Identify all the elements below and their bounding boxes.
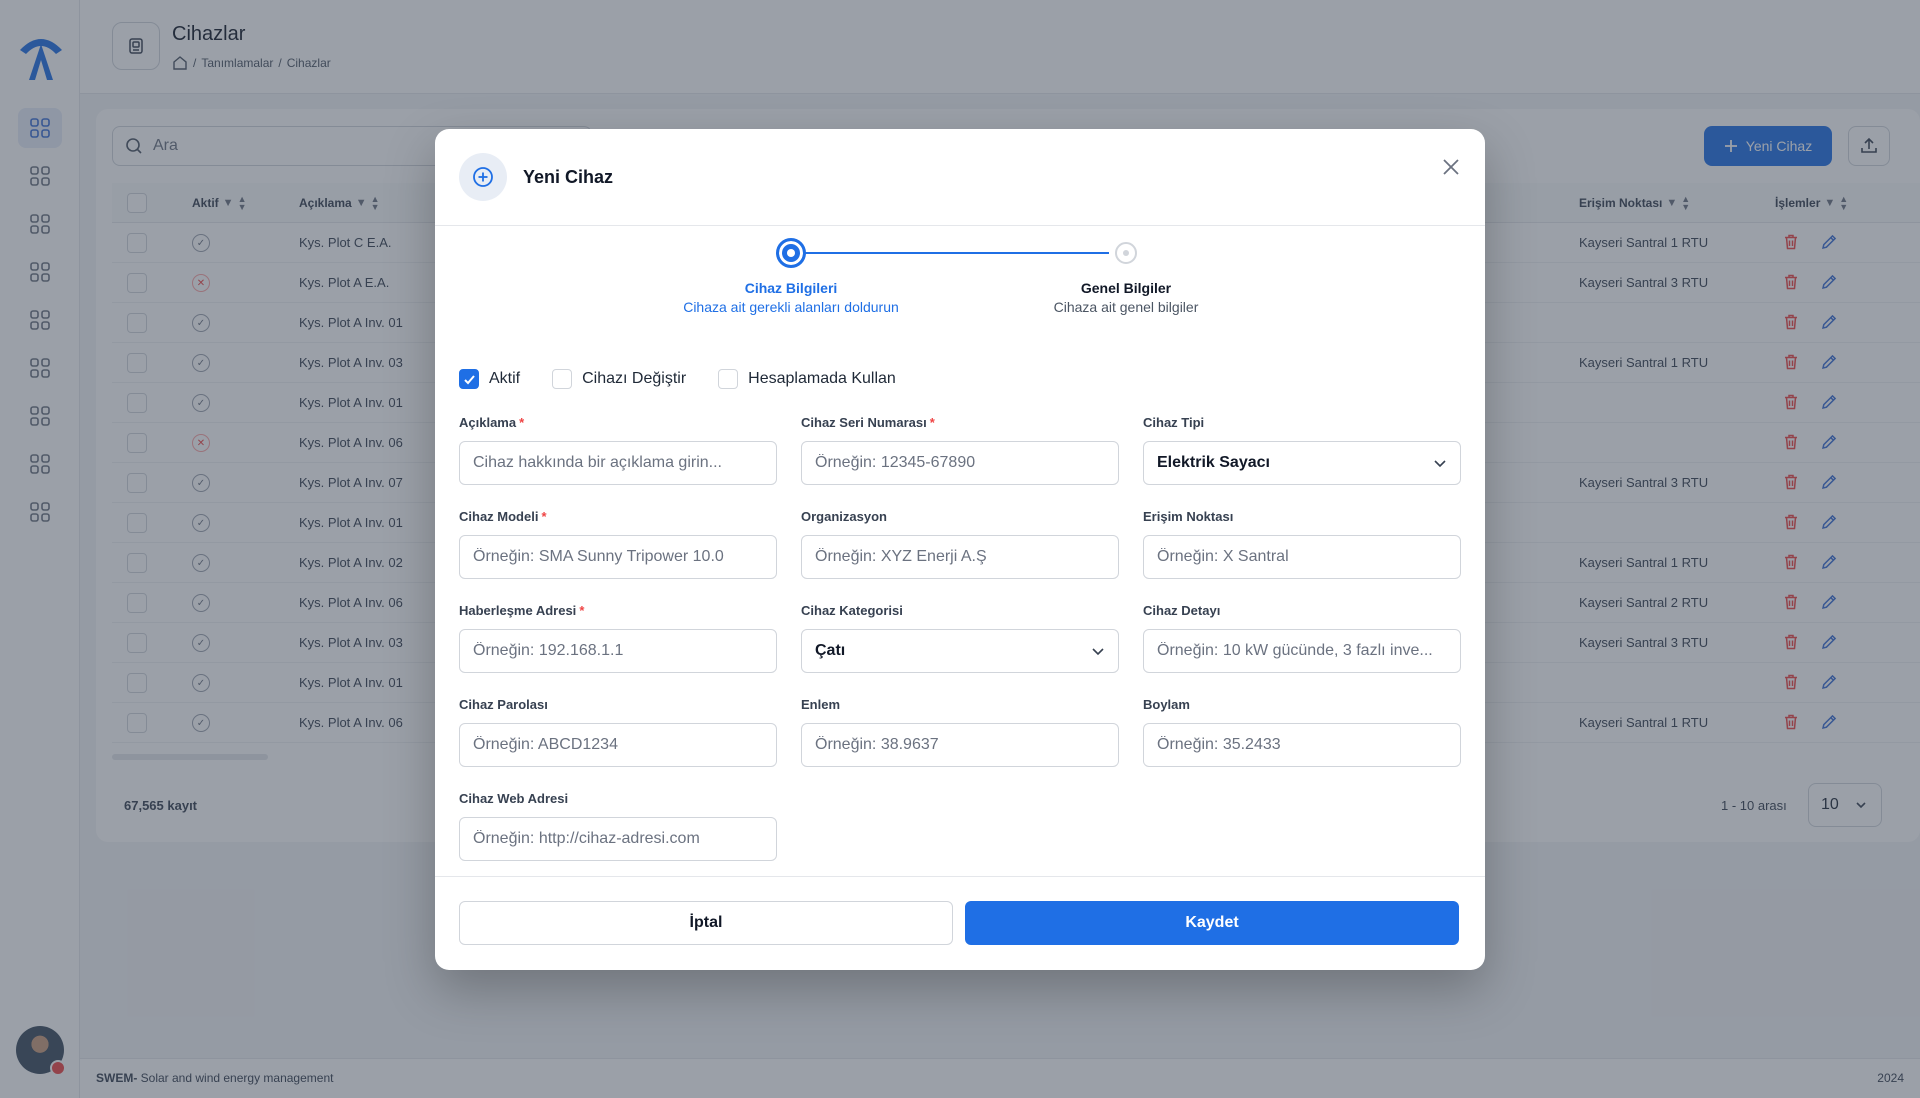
plus-circle-icon [473, 167, 493, 187]
stepper: Cihaz Bilgileri Cihaza ait gerekli alanl… [435, 229, 1485, 339]
modal-footer: İptal Kaydet [435, 876, 1485, 970]
field-label: Cihaz Parolası [459, 697, 548, 712]
checkbox-box[interactable] [552, 369, 573, 389]
new-device-modal: Yeni Cihaz Cihaz Bilgileri Cihaza ait ge… [435, 129, 1485, 970]
field-label: Cihaz Modeli * [459, 509, 547, 524]
checkbox-label: Hesaplamada Kullan [748, 370, 896, 387]
step-1-label: Cihaz Bilgileri Cihaza ait gerekli alanl… [651, 280, 931, 315]
web-address-input[interactable] [459, 817, 777, 861]
checkbox-cihazi-degistir[interactable]: Cihazı Değiştir [552, 369, 686, 389]
field-label: Boylam [1143, 697, 1190, 712]
field-label: Cihaz Detayı [1143, 603, 1221, 618]
option-checkboxes: Aktif Cihazı Değiştir Hesaplamada Kullan [459, 369, 928, 389]
field-aciklama: Açıklama * [459, 415, 777, 485]
comm-address-input[interactable] [459, 629, 777, 673]
field-label: Haberleşme Adresi * [459, 603, 585, 618]
field-cihaz-kategorisi: Cihaz Kategorisi Çatı [801, 603, 1119, 673]
cancel-button[interactable]: İptal [459, 901, 953, 945]
field-label: Açıklama * [459, 415, 525, 430]
access-point-input[interactable] [1143, 535, 1461, 579]
field-label: Enlem [801, 697, 841, 712]
field-label: Cihaz Web Adresi [459, 791, 569, 806]
checkbox-aktif[interactable]: Aktif [459, 369, 520, 389]
save-button[interactable]: Kaydet [965, 901, 1459, 945]
field-cihaz-parolasi: Cihaz Parolası [459, 697, 777, 767]
device-detail-input[interactable] [1143, 629, 1461, 673]
field-organizasyon: Organizasyon [801, 509, 1119, 579]
step-1-indicator[interactable] [776, 238, 806, 268]
checkbox-label: Aktif [489, 370, 521, 387]
select-value: Elektrik Sayacı [1157, 454, 1270, 471]
field-erisim-noktasi: Erişim Noktası [1143, 509, 1461, 579]
field-web-adresi: Cihaz Web Adresi [459, 791, 777, 861]
serial-number-input[interactable] [801, 441, 1119, 485]
checkbox-hesaplamada-kullan[interactable]: Hesaplamada Kullan [718, 369, 896, 389]
field-cihaz-modeli: Cihaz Modeli * [459, 509, 777, 579]
select-value: Çatı [815, 642, 846, 659]
latitude-input[interactable] [801, 723, 1119, 767]
organization-input[interactable] [801, 535, 1119, 579]
password-input[interactable] [459, 723, 777, 767]
chevron-down-icon [1092, 648, 1104, 656]
step-2-subtitle: Cihaza ait genel bilgiler [1053, 299, 1199, 315]
field-label: Cihaz Kategorisi [801, 603, 903, 618]
field-seri-numarasi: Cihaz Seri Numarası * [801, 415, 1119, 485]
check-icon [463, 374, 475, 384]
field-label: Cihaz Seri Numarası * [801, 415, 935, 430]
field-haberlesme-adresi: Haberleşme Adresi * [459, 603, 777, 673]
field-boylam: Boylam [1143, 697, 1461, 767]
step-2-indicator[interactable] [1115, 242, 1137, 264]
step-2-title: Genel Bilgiler [1080, 280, 1172, 296]
field-label: Organizasyon [801, 509, 887, 524]
modal-icon [459, 153, 507, 201]
device-type-select[interactable]: Elektrik Sayacı [1143, 441, 1461, 485]
modal-header: Yeni Cihaz [435, 129, 1485, 226]
longitude-input[interactable] [1143, 723, 1461, 767]
step-connector [791, 252, 1109, 254]
model-input[interactable] [459, 535, 777, 579]
close-button[interactable] [1437, 153, 1465, 181]
step-1-title: Cihaz Bilgileri [744, 280, 838, 296]
checkbox-label: Cihazı Değiştir [582, 370, 687, 387]
field-cihaz-detayi: Cihaz Detayı [1143, 603, 1461, 673]
category-select[interactable]: Çatı [801, 629, 1119, 673]
aciklama-input[interactable] [459, 441, 777, 485]
close-icon [1443, 159, 1459, 175]
modal-title: Yeni Cihaz [523, 167, 614, 187]
field-enlem: Enlem [801, 697, 1119, 767]
checkbox-box[interactable] [718, 369, 739, 389]
field-cihaz-tipi: Cihaz Tipi Elektrik Sayacı [1143, 415, 1461, 485]
field-label: Erişim Noktası [1143, 509, 1234, 524]
field-label: Cihaz Tipi [1143, 415, 1205, 430]
chevron-down-icon [1434, 460, 1446, 468]
step-1-subtitle: Cihaza ait gerekli alanları doldurun [683, 299, 899, 315]
checkbox-box[interactable] [459, 369, 479, 389]
step-2-label: Genel Bilgiler Cihaza ait genel bilgiler [986, 280, 1266, 315]
